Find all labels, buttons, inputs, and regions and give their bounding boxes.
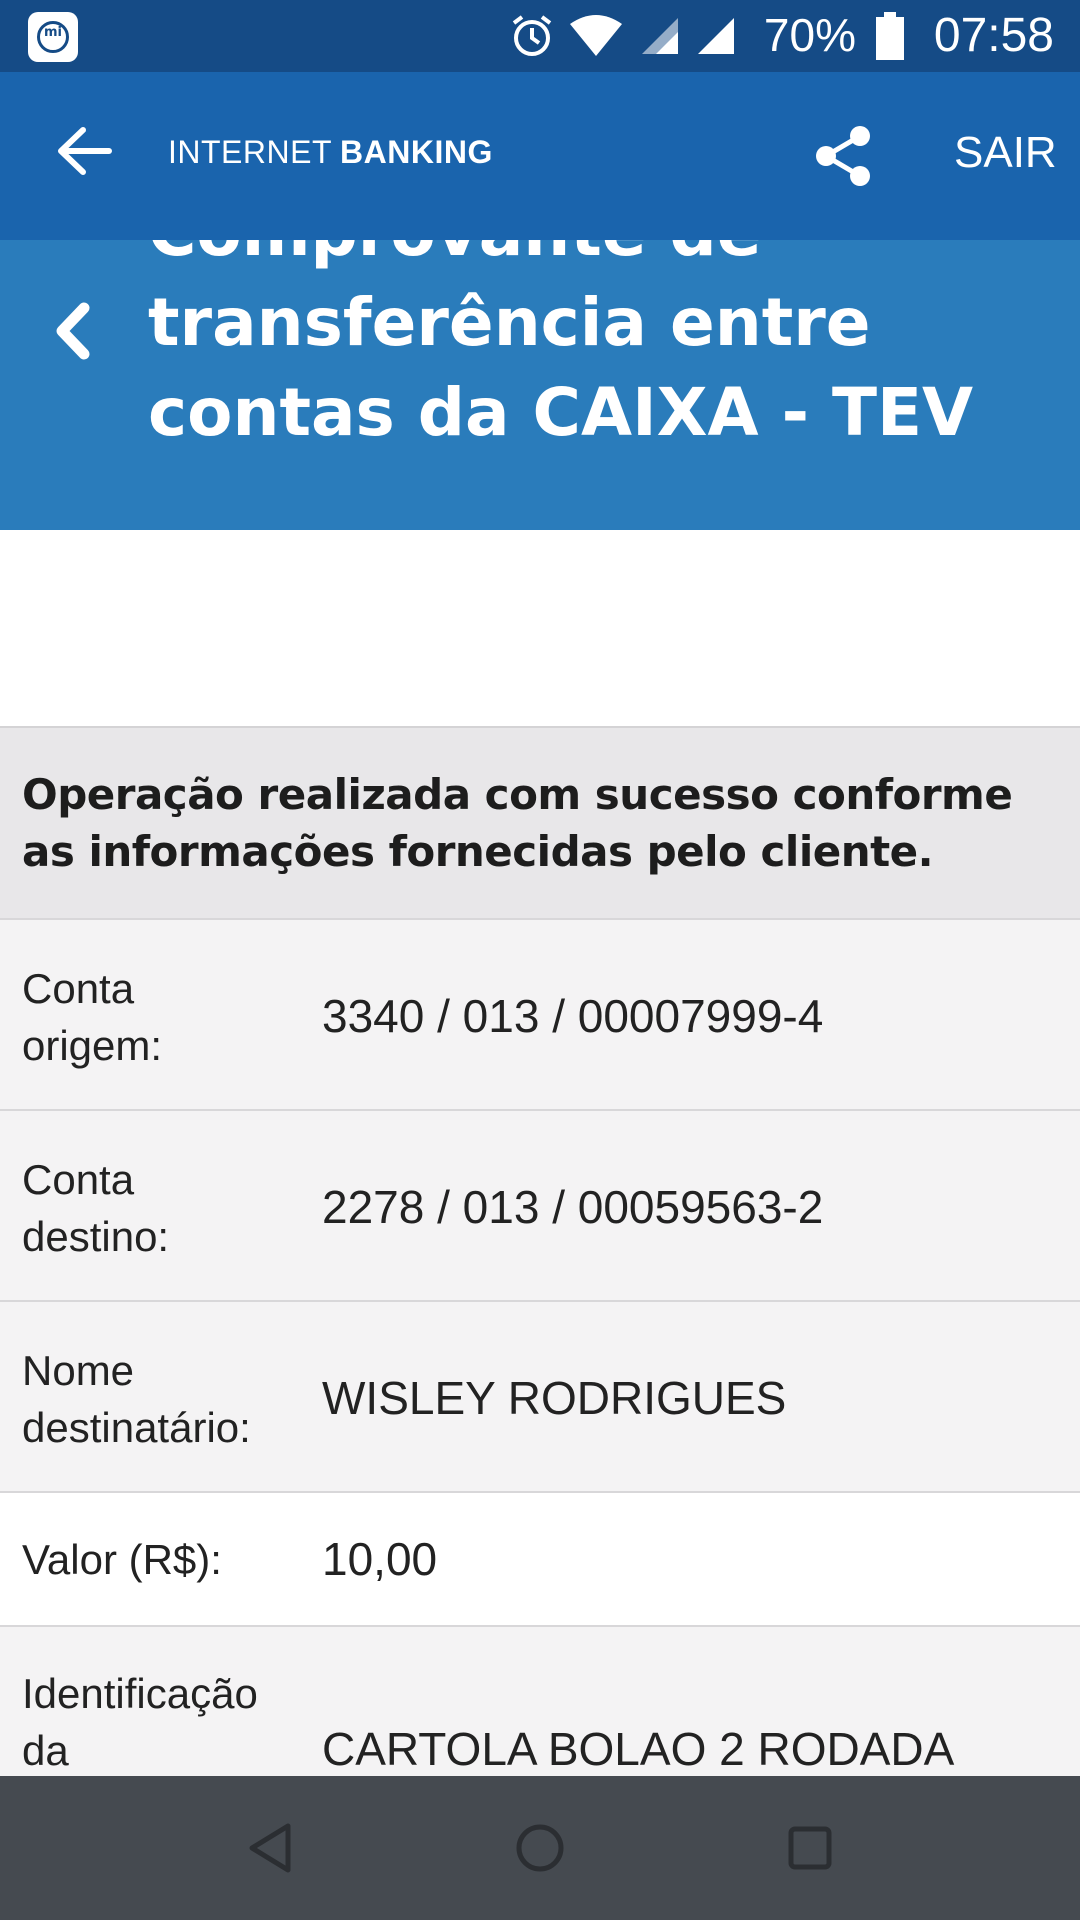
brand-banking: BANKING xyxy=(340,134,493,170)
nav-back-icon[interactable] xyxy=(246,1822,294,1874)
receipt-row-valor: Valor (R$): 10,00 xyxy=(0,1491,1080,1625)
row-label: Identificação da xyxy=(22,1670,258,1774)
signal-icon xyxy=(698,18,734,54)
battery-icon xyxy=(876,12,904,60)
row-value: 10,00 xyxy=(322,1533,438,1585)
wifi-icon xyxy=(570,15,622,56)
row-label: Conta origem: xyxy=(22,965,163,1069)
page-title: Comprovante de transferência entre conta… xyxy=(148,240,1048,458)
receipt-row-conta-destino: Conta destino: 2278 / 013 / 00059563-2 xyxy=(0,1109,1080,1300)
alarm-icon xyxy=(512,15,552,56)
row-value: 2278 / 013 / 00059563-2 xyxy=(322,1181,824,1233)
title-banner: Comprovante de transferência entre conta… xyxy=(0,240,1080,530)
chevron-left-icon[interactable] xyxy=(52,302,94,360)
back-arrow-icon[interactable] xyxy=(55,125,113,177)
mi-icon: mi xyxy=(28,12,78,62)
clock: 07:58 xyxy=(933,9,1054,62)
page-title-line1: Comprovante de xyxy=(148,240,762,271)
receipt-row-nome-destinatario: Nome destinatário: WISLEY RODRIGUES xyxy=(0,1300,1080,1491)
page-title-line3: contas da CAIXA - TEV xyxy=(148,374,974,451)
app-bar: INTERNET BANKING SAIR xyxy=(0,72,1080,240)
row-value: CARTOLA BOLAO 2 RODADA xyxy=(322,1723,955,1775)
row-value: WISLEY RODRIGUES xyxy=(322,1372,787,1424)
navigation-bar xyxy=(0,1776,1080,1920)
brand-internet: INTERNET xyxy=(168,134,332,170)
page-title-line2: transferência entre xyxy=(148,284,871,361)
exit-button[interactable]: SAIR xyxy=(954,128,1057,178)
row-label: Nome destinatário: xyxy=(22,1347,251,1451)
row-label: Conta destino: xyxy=(22,1156,170,1260)
brand-logo: INTERNET BANKING xyxy=(168,134,493,171)
success-message-box: Operação realizada com sucesso conforme … xyxy=(0,726,1080,918)
success-message: Operação realizada com sucesso conforme … xyxy=(22,770,1013,876)
share-icon[interactable] xyxy=(812,124,876,188)
battery-percent: 70% xyxy=(763,9,856,61)
receipt-row-identificacao: Identificação da CARTOLA BOLAO 2 RODADA xyxy=(0,1625,1080,1776)
status-bar: mi 70% 07:58 xyxy=(0,0,1080,72)
nav-home-icon[interactable] xyxy=(514,1822,566,1874)
row-label: Valor (R$): xyxy=(22,1536,222,1583)
receipt-row-conta-origem: Conta origem: 3340 / 013 / 00007999-4 xyxy=(0,918,1080,1109)
row-value: 3340 / 013 / 00007999-4 xyxy=(322,990,824,1042)
signal-icon xyxy=(642,18,678,54)
nav-recents-icon[interactable] xyxy=(786,1822,834,1874)
